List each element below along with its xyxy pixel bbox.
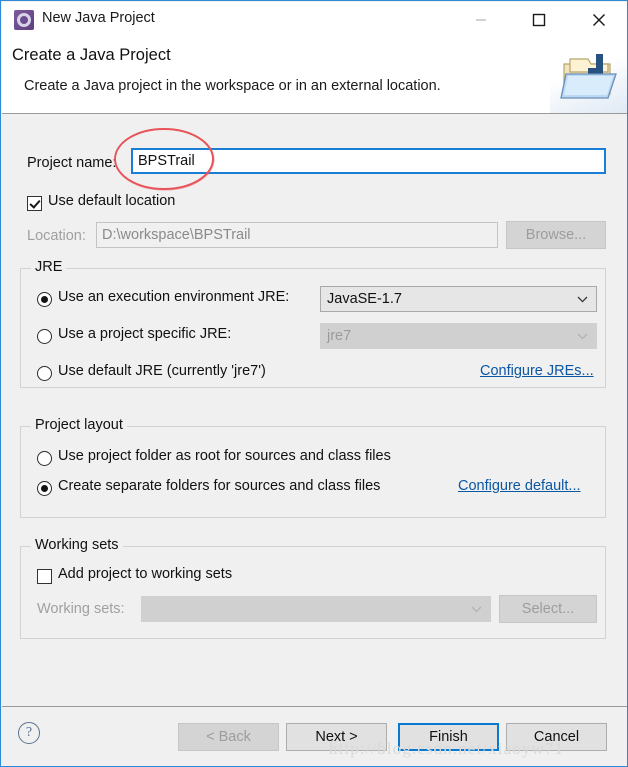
chevron-down-icon <box>577 333 588 340</box>
project-specific-jre-value: jre7 <box>327 328 352 344</box>
java-project-icon <box>14 10 34 30</box>
minimize-icon <box>476 19 486 21</box>
next-button[interactable]: Next > <box>286 723 387 751</box>
working-sets-group: Working sets Add project to working sets… <box>20 537 606 639</box>
add-to-working-sets-checkbox[interactable] <box>37 569 52 584</box>
title-bar: New Java Project <box>2 2 627 38</box>
radio-project-specific-jre-label: Use a project specific JRE: <box>58 326 232 342</box>
wizard-header: Create a Java Project Create a Java proj… <box>2 38 627 114</box>
gear-icon <box>17 13 31 27</box>
close-button[interactable] <box>576 2 622 38</box>
radio-project-folder-root-label: Use project folder as root for sources a… <box>58 448 391 464</box>
maximize-button[interactable] <box>516 2 562 38</box>
use-default-location-label: Use default location <box>48 193 176 209</box>
location-label: Location: <box>27 228 86 244</box>
execution-environment-combo[interactable]: JavaSE-1.7 <box>320 286 597 312</box>
working-sets-group-title: Working sets <box>31 537 123 553</box>
close-icon <box>593 14 605 26</box>
page-description: Create a Java project in the workspace o… <box>24 78 441 94</box>
jre-group: JRE Use an execution environment JRE: Ja… <box>20 259 606 388</box>
project-layout-group: Project layout Use project folder as roo… <box>20 417 606 518</box>
new-java-project-dialog: New Java Project Create a Java Project C… <box>0 0 628 767</box>
project-layout-group-title: Project layout <box>31 417 127 433</box>
working-sets-select-button[interactable]: Select... <box>499 595 597 623</box>
browse-button[interactable]: Browse... <box>506 221 606 249</box>
working-sets-combo-label: Working sets: <box>37 601 125 617</box>
project-name-label: Project name: <box>27 155 117 171</box>
back-button[interactable]: < Back <box>178 723 279 751</box>
finish-button[interactable]: Finish <box>398 723 499 751</box>
working-sets-combo[interactable] <box>141 596 491 622</box>
radio-default-jre-label: Use default JRE (currently 'jre7') <box>58 363 266 379</box>
chevron-down-icon <box>471 606 482 613</box>
header-graphic <box>550 38 627 113</box>
chevron-down-icon <box>577 296 588 303</box>
cancel-button[interactable]: Cancel <box>506 723 607 751</box>
java-folder-icon <box>560 54 617 99</box>
add-to-working-sets-label: Add project to working sets <box>58 566 233 582</box>
radio-execution-environment-jre[interactable] <box>37 292 52 307</box>
use-default-location-checkbox[interactable] <box>27 196 42 211</box>
page-title: Create a Java Project <box>12 46 171 64</box>
location-input[interactable]: D:\workspace\BPSTrail <box>96 222 498 248</box>
radio-separate-folders-label: Create separate folders for sources and … <box>58 478 381 494</box>
minimize-button[interactable] <box>458 2 504 38</box>
jre-group-title: JRE <box>31 259 67 275</box>
window-title: New Java Project <box>42 10 155 26</box>
help-icon[interactable]: ? <box>18 722 40 744</box>
project-specific-jre-combo[interactable]: jre7 <box>320 323 597 349</box>
radio-separate-folders[interactable] <box>37 481 52 496</box>
dialog-footer: ? < Back Next > Finish Cancel <box>2 706 627 766</box>
dialog-body: Project name: BPSTrail Use default locat… <box>2 115 627 706</box>
radio-project-folder-root[interactable] <box>37 451 52 466</box>
configure-default-link[interactable]: Configure default... <box>458 478 581 494</box>
radio-project-specific-jre[interactable] <box>37 329 52 344</box>
project-name-input[interactable]: BPSTrail <box>131 148 606 174</box>
radio-default-jre[interactable] <box>37 366 52 381</box>
configure-jres-link[interactable]: Configure JREs... <box>480 363 594 379</box>
maximize-icon <box>532 13 546 27</box>
radio-execution-environment-jre-label: Use an execution environment JRE: <box>58 289 290 305</box>
execution-environment-value: JavaSE-1.7 <box>327 291 402 307</box>
